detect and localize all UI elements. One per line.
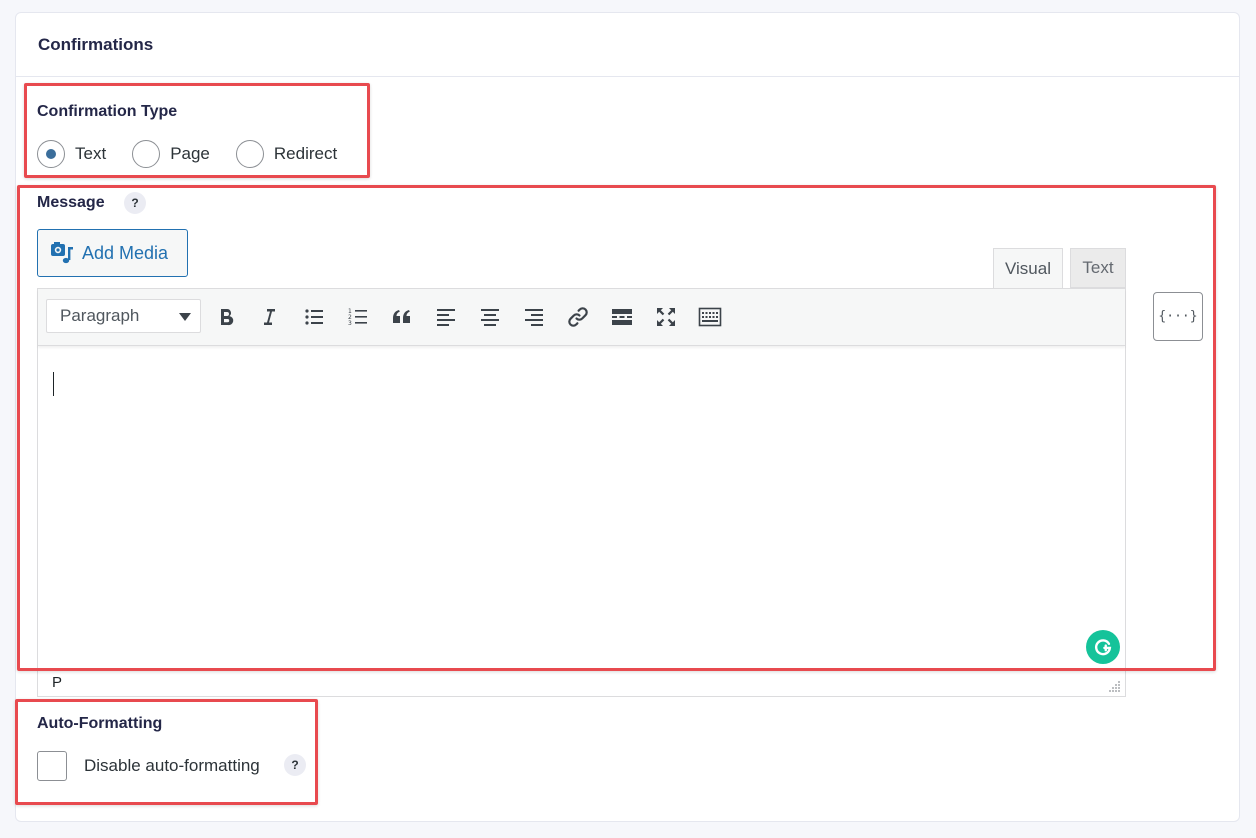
- element-path[interactable]: P: [52, 674, 62, 691]
- add-media-label: Add Media: [82, 242, 169, 263]
- grammarly-icon[interactable]: [1086, 630, 1120, 664]
- read-more-icon: [612, 309, 632, 325]
- radio-button-redirect[interactable]: [235, 140, 264, 168]
- radio-button-text[interactable]: [37, 140, 65, 168]
- numbered-list-icon: 123: [348, 308, 367, 327]
- auto-formatting-help-icon[interactable]: ?: [284, 754, 306, 776]
- editor-statusbar: P: [38, 668, 1125, 696]
- bold-icon: [221, 309, 234, 326]
- tab-visual[interactable]: Visual: [993, 248, 1063, 288]
- align-left-button[interactable]: [430, 301, 462, 333]
- smart-tags-button[interactable]: {···}: [1153, 292, 1203, 341]
- chevron-down-icon: [179, 313, 191, 321]
- media-icon: [51, 242, 73, 264]
- blockquote-button[interactable]: [386, 301, 418, 333]
- link-icon: [568, 307, 588, 327]
- radio-label-redirect: Redirect: [273, 144, 338, 163]
- numbered-list-button[interactable]: 123: [342, 301, 374, 333]
- italic-icon: [264, 309, 275, 325]
- panel-header: Confirmations: [16, 13, 1239, 77]
- link-button[interactable]: [562, 301, 594, 333]
- confirmation-type-label: Confirmation Type: [37, 103, 178, 120]
- toolbar-toggle-button[interactable]: [694, 301, 726, 333]
- radio-label-text: Text: [75, 144, 107, 163]
- message-help-icon[interactable]: ?: [124, 192, 146, 214]
- radio-label-page: Page: [170, 144, 210, 163]
- fullscreen-icon: [657, 308, 675, 326]
- fullscreen-button[interactable]: [650, 301, 682, 333]
- auto-formatting-label: Auto-Formatting: [37, 715, 163, 732]
- smart-tags-icon: {···}: [1158, 309, 1198, 324]
- confirmation-type-radio-group: Text Page Redirect: [37, 140, 363, 168]
- disable-auto-formatting-label: Disable auto-formatting: [84, 756, 260, 775]
- radio-option-redirect[interactable]: Redirect: [235, 140, 338, 168]
- disable-auto-formatting-checkbox[interactable]: [37, 751, 67, 781]
- radio-button-page[interactable]: [132, 140, 161, 168]
- bulleted-list-button[interactable]: [298, 301, 330, 333]
- read-more-button[interactable]: [606, 301, 638, 333]
- toolbar-toggle-icon: [698, 307, 722, 327]
- bulleted-list-icon: [305, 309, 323, 325]
- align-right-icon: [525, 309, 543, 326]
- editor-toolbar: Paragraph 123: [38, 289, 1125, 346]
- editor-content[interactable]: [38, 347, 1125, 667]
- grammarly-g-glyph: [1094, 639, 1112, 656]
- italic-button[interactable]: [253, 301, 285, 333]
- align-left-icon: [437, 309, 455, 326]
- radio-selected-dot: [46, 149, 56, 159]
- format-select[interactable]: Paragraph: [46, 299, 201, 333]
- align-right-button[interactable]: [518, 301, 550, 333]
- svg-text:3: 3: [348, 320, 352, 327]
- radio-option-text[interactable]: Text: [37, 140, 106, 168]
- format-select-value: Paragraph: [60, 306, 140, 325]
- message-editor[interactable]: Paragraph 123 P: [37, 288, 1126, 697]
- bold-button[interactable]: [210, 301, 242, 333]
- align-center-icon: [481, 309, 499, 326]
- tab-text[interactable]: Text: [1070, 248, 1126, 288]
- message-label: Message: [37, 194, 105, 211]
- add-media-button[interactable]: Add Media: [37, 229, 188, 277]
- resize-handle-icon[interactable]: [1109, 680, 1121, 692]
- panel-title: Confirmations: [38, 35, 154, 54]
- blockquote-icon: [393, 310, 410, 323]
- radio-option-page[interactable]: Page: [132, 140, 210, 168]
- align-center-button[interactable]: [474, 301, 506, 333]
